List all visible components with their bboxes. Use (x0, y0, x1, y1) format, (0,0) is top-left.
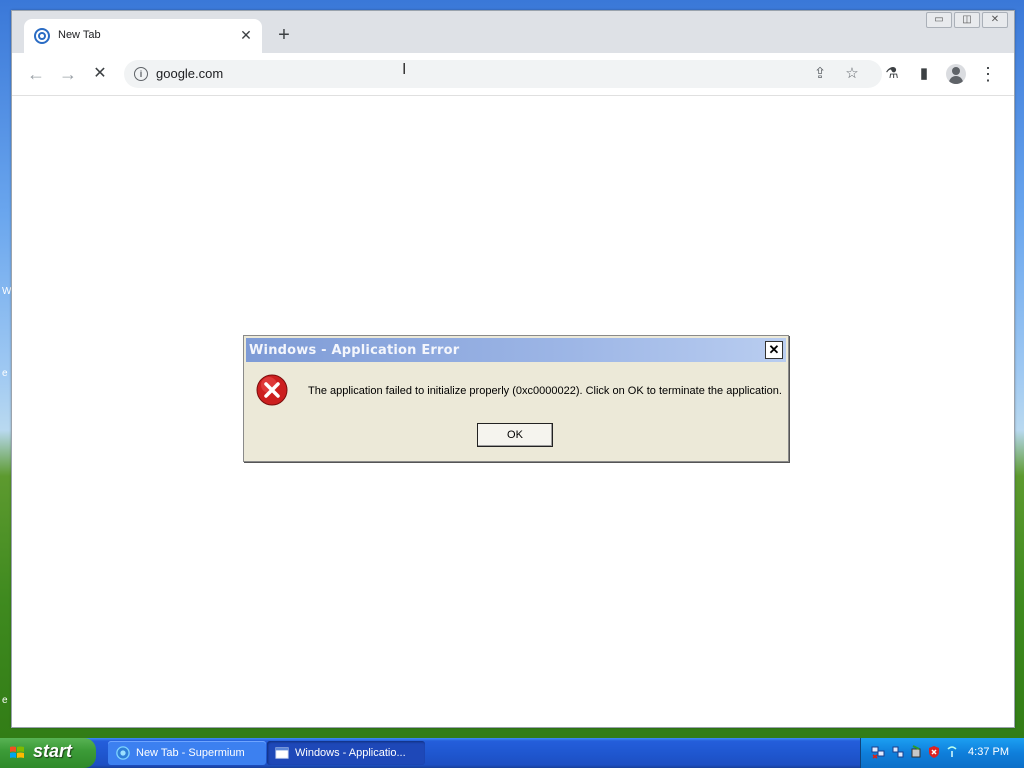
safely-remove-hardware-icon[interactable] (909, 745, 923, 759)
minimize-button[interactable]: ▭ (926, 12, 952, 28)
dialog-title: Windows - Application Error (249, 343, 460, 358)
start-label: start (33, 741, 73, 761)
windows-logo-icon (10, 746, 24, 758)
stop-loading-button[interactable]: ✕ (90, 64, 110, 84)
taskbar-item-error-dialog[interactable]: Windows - Applicatio... (267, 741, 425, 765)
dialog-close-button[interactable]: ✕ (765, 341, 783, 359)
supermium-icon (116, 746, 130, 760)
taskbar-item-label: Windows - Applicatio... (295, 747, 406, 759)
side-panel-icon[interactable]: ▮ (914, 64, 934, 84)
text-cursor-icon: I (402, 61, 407, 78)
forward-button[interactable]: → (58, 64, 78, 84)
new-tab-button[interactable]: + (274, 25, 294, 45)
labs-flask-icon[interactable]: ⚗ (882, 64, 902, 84)
close-window-button[interactable]: ✕ (982, 12, 1008, 28)
url-text[interactable]: google.com (156, 66, 223, 81)
application-error-dialog: Windows - Application Error ✕ The applic… (243, 335, 789, 462)
taskbar-item-supermium[interactable]: New Tab - Supermium (108, 741, 266, 765)
security-shield-icon[interactable] (927, 745, 941, 759)
restore-button[interactable]: ◫ (954, 12, 980, 28)
back-button[interactable]: ← (26, 64, 46, 84)
network-icon[interactable] (871, 745, 885, 759)
info-icon[interactable]: i (134, 67, 148, 81)
tab-new-tab[interactable]: New Tab ✕ (24, 19, 262, 53)
supermium-icon (34, 28, 50, 44)
menu-kebab-icon[interactable]: ⋮ (978, 64, 998, 84)
window-icon (275, 747, 289, 759)
system-tray: 4:37 PM (860, 738, 1024, 768)
clock[interactable]: 4:37 PM (968, 746, 1009, 758)
dialog-message: The application failed to initialize pro… (308, 385, 782, 397)
browser-toolbar: ← → ✕ i google.com ⇪ ☆ ⚗ ▮ ⋮ (12, 53, 1014, 96)
tab-strip: New Tab ✕ + ▭ ◫ ✕ (12, 11, 1014, 53)
ok-button[interactable]: OK (477, 423, 553, 447)
desktop-icon-label: e (2, 368, 8, 379)
profile-avatar-icon[interactable] (946, 64, 966, 84)
error-x-icon (256, 374, 288, 406)
start-button[interactable]: start (0, 738, 96, 768)
tab-title: New Tab (58, 29, 101, 41)
share-icon[interactable]: ⇪ (810, 64, 830, 84)
desktop-icon-label: e (2, 695, 8, 706)
network-connections-icon[interactable] (891, 745, 905, 759)
tab-close-icon[interactable]: ✕ (238, 27, 254, 43)
taskbar-item-label: New Tab - Supermium (136, 747, 245, 759)
taskbar: start New Tab - Supermium Windows - Appl… (0, 738, 1024, 768)
wireless-icon[interactable] (945, 745, 959, 759)
window-controls: ▭ ◫ ✕ (926, 12, 1008, 28)
address-bar[interactable]: i google.com ⇪ ☆ (124, 60, 882, 88)
dialog-titlebar[interactable]: Windows - Application Error ✕ (246, 338, 786, 362)
bookmark-star-icon[interactable]: ☆ (842, 64, 862, 84)
